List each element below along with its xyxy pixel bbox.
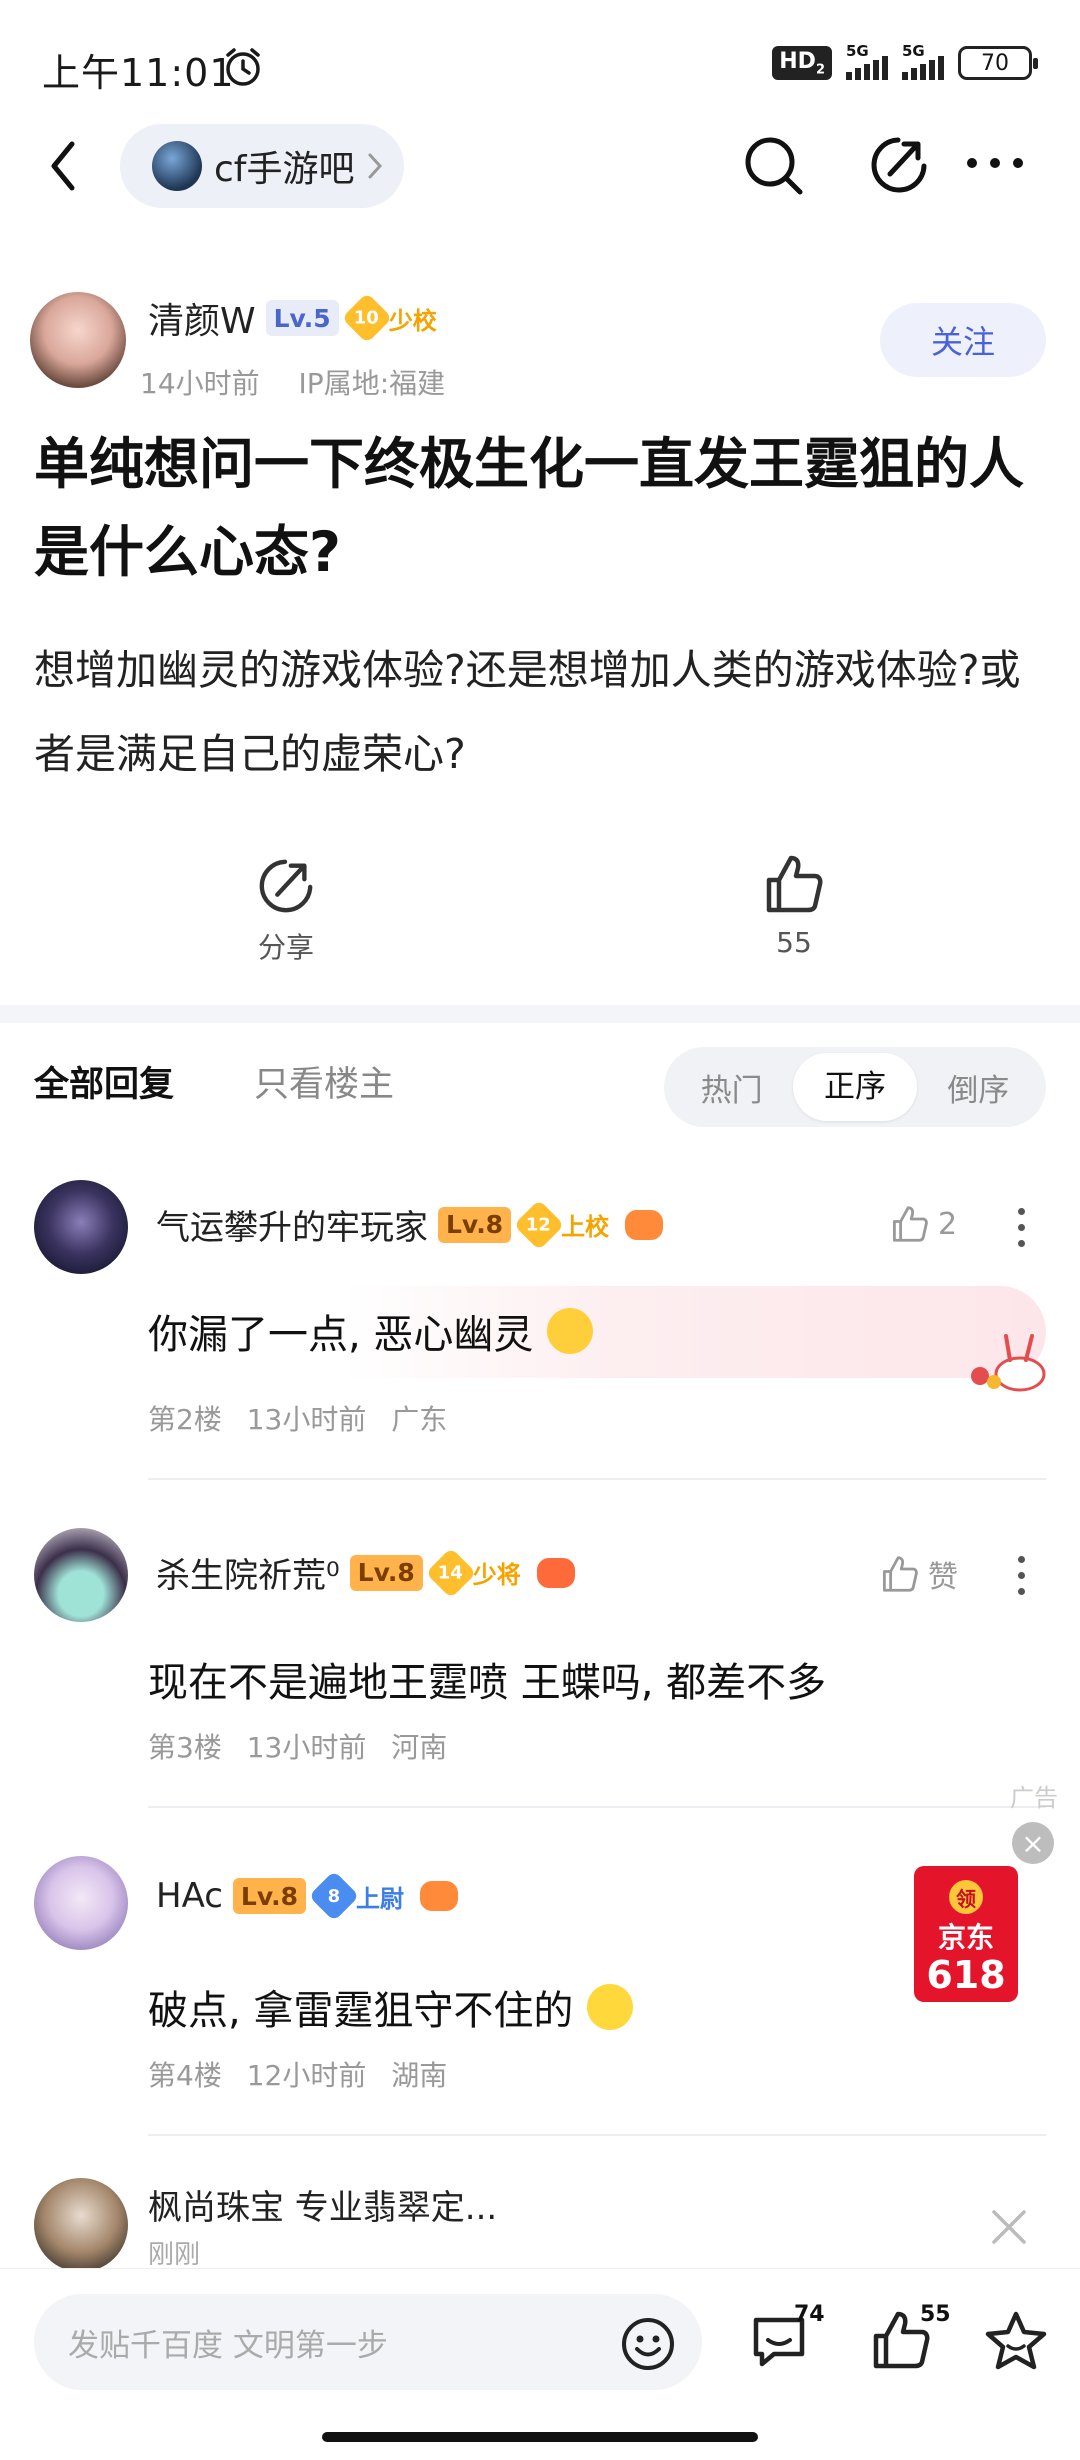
thumbs-up-icon (766, 855, 823, 913)
comment-meta: 第4楼 12小时前 湖南 (148, 2059, 448, 2092)
post-title: 单纯想问一下终极生化一直发王霆狙的人是什么心态? (34, 432, 1025, 584)
sort-asc[interactable]: 正序 (793, 1053, 917, 1121)
share-label: 分享 (257, 931, 314, 964)
jd-ad-number: 618 (926, 1953, 1006, 1997)
forum-name: cf手游吧 (214, 149, 355, 190)
notification-title[interactable]: 枫尚珠宝 专业翡翠定... (148, 2180, 497, 2229)
comment-text: 现在不是遍地王霆喷 王蝶吗, 都差不多 (148, 1660, 827, 1706)
thumbs-up-icon (882, 1556, 918, 1592)
level-badge: Lv.8 (349, 1554, 423, 1591)
emoji-icon[interactable] (620, 2316, 676, 2372)
rank-medal: 8 上尉 (308, 1870, 404, 1922)
sort-desc[interactable]: 倒序 (917, 1065, 1040, 1110)
comment-text: 破点, 拿雷霆狙守不住的 (148, 1978, 634, 2036)
ad-label: 广告 (1010, 1784, 1058, 1812)
sort-hot[interactable]: 热门 (670, 1065, 793, 1110)
follow-button[interactable]: 关注 (880, 303, 1046, 377)
status-time: 上午11:01 (42, 51, 235, 95)
star-favorite-icon[interactable] (984, 2310, 1048, 2372)
back-arrow-icon[interactable] (44, 138, 84, 194)
forum-pill[interactable]: cf手游吧 (120, 124, 405, 208)
sort-toggle: 热门 正序 倒序 (664, 1047, 1046, 1127)
game-badge-icon (625, 1209, 664, 1240)
post-time: 14小时前 (140, 367, 260, 400)
signal-1-icon: 5G (846, 42, 888, 81)
level-badge: Lv.8 (438, 1206, 512, 1243)
author-line: 清颜W Lv.5 10 少校 (148, 292, 437, 344)
hd-badge: HD2 (772, 46, 832, 81)
battery-icon: 70 (958, 46, 1038, 81)
comment-avatar[interactable] (34, 1180, 128, 1274)
game-badge-icon (420, 1881, 459, 1911)
post-ip: IP属地:福建 (298, 367, 446, 400)
row-divider (148, 2134, 1046, 2136)
level-badge: Lv.8 (232, 1878, 307, 1914)
tab-all-replies[interactable]: 全部回复 (34, 1056, 174, 1107)
comment-header: HAc Lv.8 8 上尉 (156, 1870, 459, 1922)
ad-close-icon[interactable]: × (1012, 1822, 1054, 1864)
emoji-icon (547, 1308, 594, 1354)
tab-op-only[interactable]: 只看楼主 (254, 1056, 394, 1107)
rank-medal: 14 少将 (425, 1547, 521, 1598)
jd-ad[interactable]: 领 京东 618 (914, 1866, 1018, 2002)
commenter-name[interactable]: 气运攀升的牢玩家 (156, 1200, 428, 1249)
comment-meta: 第2楼 13小时前 广东 (148, 1403, 448, 1436)
forum-avatar (152, 141, 202, 191)
row-divider (148, 1478, 1046, 1480)
comment-like[interactable]: 2 (890, 1204, 957, 1244)
level-badge: Lv.5 (265, 300, 339, 336)
section-divider (0, 1005, 1080, 1023)
rank-medal: 12 上校 (513, 1199, 609, 1250)
comment-like[interactable]: 赞 (880, 1552, 958, 1596)
share-icon (259, 859, 313, 913)
share-action[interactable]: 分享 (226, 856, 346, 966)
comment-more-icon[interactable] (1018, 1556, 1028, 1595)
comment-header: 气运攀升的牢玩家 Lv.8 12 上校 (156, 1199, 664, 1250)
game-badge-icon (536, 1557, 575, 1588)
jd-ad-coin: 领 (949, 1880, 983, 1914)
comment-meta: 第3楼 13小时前 河南 (148, 1731, 448, 1764)
commenter-name[interactable]: HAc (156, 1876, 223, 1916)
author-avatar[interactable] (30, 292, 126, 388)
home-indicator[interactable] (322, 2432, 758, 2442)
bunny-sticker-icon (971, 1334, 1046, 1392)
comment-count: 74 (794, 2302, 825, 2327)
comment-text: 你漏了一点, 恶心幽灵 (148, 1302, 594, 1360)
notification-avatar[interactable] (34, 2178, 128, 2272)
more-icon[interactable] (966, 156, 1024, 170)
thumbs-up-icon (892, 1206, 928, 1242)
comment-header: 杀生院祈荒⁰ Lv.8 14 少将 (156, 1547, 575, 1598)
reply-input[interactable]: 发贴千百度 文明第一步 (34, 2294, 702, 2390)
emoji-icon (587, 1984, 634, 2030)
like-count: 55 (920, 2302, 951, 2327)
comment-avatar[interactable] (34, 1528, 128, 1622)
rank-medal: 10 少校 (341, 292, 437, 344)
notification-time: 刚刚 (148, 2240, 201, 2270)
signal-2-icon: 5G (902, 42, 944, 81)
row-divider (148, 1806, 1046, 1808)
status-icons: HD2 5G 5G 70 (772, 42, 1038, 81)
jd-ad-brand: 京东 (937, 1921, 994, 1954)
search-icon[interactable] (742, 134, 806, 198)
close-icon[interactable] (990, 2208, 1028, 2246)
post-meta: 14小时前 IP属地:福建 (140, 362, 445, 402)
share-icon[interactable] (868, 134, 930, 196)
alarm-icon (226, 48, 260, 86)
post-body: 想增加幽灵的游戏体验?还是想增加人类的游戏体验?或者是满足自己的虚荣心? (34, 646, 1021, 778)
like-count: 55 (776, 926, 812, 959)
commenter-name[interactable]: 杀生院祈荒⁰ (156, 1548, 340, 1597)
comment-avatar[interactable] (34, 1856, 128, 1950)
like-action[interactable]: 55 (734, 852, 854, 959)
author-name[interactable]: 清颜W (148, 292, 256, 344)
comment-more-icon[interactable] (1018, 1208, 1028, 1247)
chevron-right-icon (368, 153, 383, 179)
